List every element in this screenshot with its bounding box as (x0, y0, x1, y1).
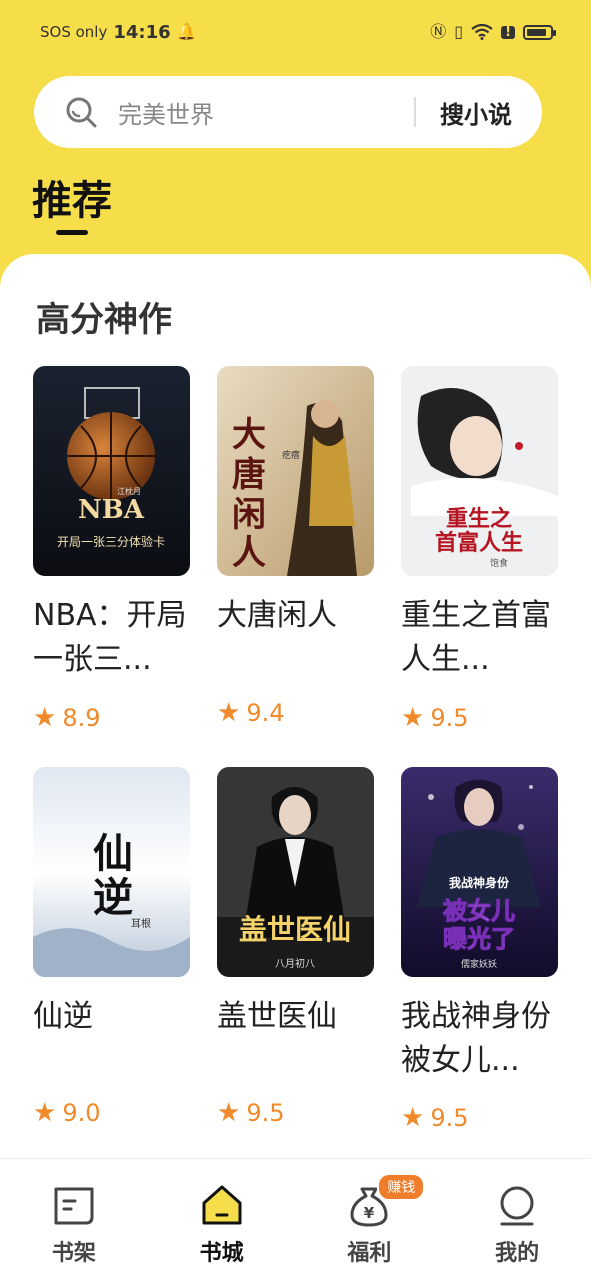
cover-author-text: 疙瘩 (282, 449, 300, 461)
star-icon: ★ (401, 1103, 425, 1133)
cover-author-text: 耳根 (131, 917, 151, 930)
book-cover[interactable]: 盖世医仙 八月初八 (217, 767, 374, 977)
rating-value: 9.4 (246, 699, 285, 727)
star-icon: ★ (33, 703, 57, 733)
status-left: SOS only 14:16 🔔 (40, 22, 197, 43)
search-input[interactable]: 完美世界 (118, 95, 414, 130)
book-title[interactable]: 重生之首富人生... (401, 594, 559, 682)
bookstore-home-icon (202, 1185, 242, 1225)
star-icon: ★ (401, 703, 425, 733)
star-icon: ★ (33, 1098, 57, 1128)
book-title[interactable]: 大唐闲人 (217, 594, 375, 638)
alert-icon: ! (501, 25, 515, 39)
main-content: 高分神作 NBA 开局一张三分体验卡 江枕月 NBA：开局一张三... ★ 8.… (0, 254, 591, 1158)
book-card-gaishi[interactable]: 盖世医仙 八月初八 盖世医仙 (217, 767, 377, 1039)
book-card-chongsheng[interactable]: 重生之 首富人生 饱食 重生之首富人生... (401, 366, 561, 682)
book-cover[interactable]: 仙 逆 耳根 (33, 767, 190, 977)
book-card-zhanshen[interactable]: 我战神身份 被女儿 曝光了 儒家妖妖 我战神身份被女儿... (401, 767, 561, 1083)
status-right: Ⓝ ▯ ! (430, 22, 556, 41)
cover-title-text: 曝光了 (443, 925, 515, 953)
book-title[interactable]: 我战神身份被女儿... (401, 995, 559, 1083)
nav-welfare[interactable]: ¥ 赚钱 福利 (299, 1159, 439, 1267)
star-icon: ★ (217, 1098, 241, 1128)
cover-subtitle-text: 开局一张三分体验卡 (57, 534, 165, 549)
cover-title-text: 重生之 (446, 506, 512, 532)
cover-title-text: 唐 (232, 455, 266, 495)
book-cover[interactable]: 重生之 首富人生 饱食 (401, 366, 558, 576)
svg-text:¥: ¥ (364, 1204, 375, 1222)
cover-title-text: 首富人生 (435, 530, 523, 556)
book-title[interactable]: NBA：开局一张三... (33, 594, 191, 682)
book-card-datang[interactable]: 大 唐 闲 人 疙瘩 大唐闲人 (217, 366, 377, 638)
cover-title-text: 被女儿 (443, 897, 515, 925)
notification-bell-icon: 🔔 (176, 22, 197, 41)
battery-fill (527, 28, 546, 36)
nav-bookshelf[interactable]: 书架 (4, 1159, 144, 1267)
search-icon (66, 97, 97, 128)
battery-icon (523, 24, 556, 40)
wifi-icon (471, 24, 493, 40)
book-card-xianni[interactable]: 仙 逆 耳根 仙逆 (33, 767, 193, 1039)
bottom-nav: 书架 书城 ¥ 赚钱 福利 我的 (0, 1158, 591, 1281)
rating-value: 9.5 (246, 1099, 285, 1127)
status-time: 14:16 (113, 21, 171, 43)
cover-author-text: 儒家妖妖 (461, 958, 497, 970)
nav-profile[interactable]: 我的 (447, 1159, 587, 1267)
book-rating: ★ 9.5 (217, 1099, 284, 1127)
search-button[interactable]: 搜小说 (440, 95, 512, 130)
cover-title-text: 人 (232, 533, 266, 573)
rating-value: 9.0 (62, 1099, 101, 1127)
tab-active-indicator (56, 230, 88, 235)
nav-label: 书城 (199, 1241, 244, 1266)
bookshelf-icon (54, 1187, 94, 1225)
vibrate-icon: ▯ (454, 22, 464, 41)
profile-icon (500, 1186, 534, 1226)
cover-title-text: 闲 (232, 495, 266, 535)
cover-title-text: 大 (232, 415, 266, 455)
book-title[interactable]: 盖世医仙 (217, 995, 375, 1039)
cover-author-text: 八月初八 (275, 957, 315, 970)
nav-label: 书架 (51, 1241, 96, 1266)
section-title: 高分神作 (36, 300, 172, 340)
nav-bookstore[interactable]: 书城 (152, 1159, 292, 1267)
status-bar: SOS only 14:16 🔔 Ⓝ ▯ ! (0, 0, 591, 64)
book-rating: ★ 9.5 (401, 704, 468, 732)
book-title[interactable]: 仙逆 (33, 995, 191, 1039)
cover-title-text: 盖世医仙 (239, 913, 351, 946)
cover-title-text: 仙 (93, 830, 133, 877)
cover-author-text: 江枕月 (117, 486, 141, 496)
book-cover[interactable]: 大 唐 闲 人 疙瘩 (217, 366, 374, 576)
cover-title-text: NBA (78, 495, 145, 525)
earn-badge: 赚钱 (377, 1173, 426, 1201)
book-card-nba[interactable]: NBA 开局一张三分体验卡 江枕月 NBA：开局一张三... (33, 366, 193, 682)
rating-value: 8.9 (62, 704, 101, 732)
nfc-icon: Ⓝ (430, 22, 447, 41)
book-rating: ★ 9.0 (33, 1099, 100, 1127)
nav-label: 我的 (495, 1241, 540, 1266)
carrier-text: SOS only (40, 23, 108, 41)
book-rating: ★ 8.9 (33, 704, 100, 732)
cover-author-text: 饱食 (490, 557, 508, 569)
star-icon: ★ (217, 698, 241, 728)
cover-title-text: 逆 (93, 874, 133, 921)
tab-recommend[interactable]: 推荐 (32, 168, 112, 226)
book-cover[interactable]: 我战神身份 被女儿 曝光了 儒家妖妖 (401, 767, 558, 977)
nav-label: 福利 (347, 1241, 392, 1266)
book-rating: ★ 9.5 (401, 1104, 468, 1132)
book-cover[interactable]: NBA 开局一张三分体验卡 江枕月 (33, 366, 190, 576)
search-divider (414, 97, 416, 127)
rating-value: 9.5 (430, 704, 469, 732)
search-bar[interactable]: 完美世界 搜小说 (34, 76, 542, 148)
rating-value: 9.5 (430, 1104, 469, 1132)
book-rating: ★ 9.4 (217, 699, 284, 727)
cover-subtitle-text: 我战神身份 (449, 875, 510, 890)
